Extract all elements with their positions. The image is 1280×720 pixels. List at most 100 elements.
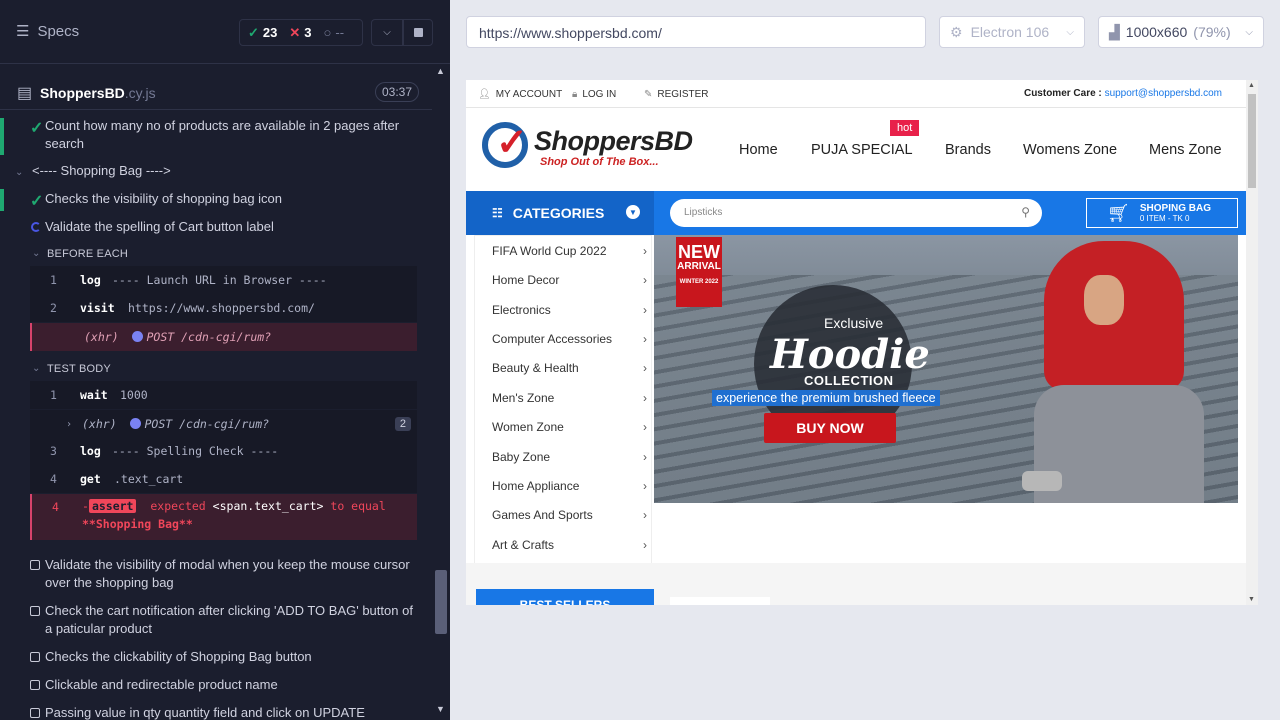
chevron-right-icon: ›: [643, 360, 647, 375]
shopping-bag-button[interactable]: 🛒︎ SHOPING BAG 0 ITEM - TK 0: [1086, 198, 1238, 228]
menu-icon: ☰: [16, 23, 30, 40]
banner-tagline: experience the premium brushed fleece: [712, 390, 940, 406]
command-number: 1: [50, 388, 57, 402]
nav-puja-special[interactable]: PUJA SPECIAL: [811, 142, 913, 158]
browser-icon: ⚙: [950, 23, 963, 40]
login-link[interactable]: 🔒︎ LOG IN: [572, 89, 616, 100]
cart-icon: 🛒︎: [1107, 202, 1130, 223]
best-sellers-header[interactable]: BEST SELLERS: [476, 589, 654, 605]
before-each-hook[interactable]: BEFORE EACH: [47, 248, 128, 260]
pending-box-icon: [30, 560, 40, 570]
category-item[interactable]: Beauty & Health ›: [475, 353, 653, 382]
chevron-right-icon: ›: [643, 478, 647, 493]
test-qty-field[interactable]: Passing value in qty quantity field and …: [45, 704, 365, 720]
scroll-up-icon[interactable]: ▲: [436, 66, 445, 76]
search-input[interactable]: Lipsticks ⚲: [670, 199, 1042, 227]
command-visit[interactable]: 2 visit https://www.shoppersbd.com/: [30, 294, 417, 322]
my-account-label: MY ACCOUNT: [495, 89, 563, 100]
specs-label: Specs: [37, 22, 80, 40]
test-body-hook[interactable]: TEST BODY: [47, 363, 111, 375]
reporter-scrollbar-thumb[interactable]: [435, 570, 447, 634]
command-number: 2: [50, 301, 57, 315]
assert-badge: assert: [88, 499, 137, 513]
spec-file-header[interactable]: ▤ ShoppersBD.cy.js 03:37: [0, 76, 432, 110]
hero-banner[interactable]: NEW ARRIVAL WINTER 2022 Exclusive Hoodie…: [654, 235, 1238, 503]
command-message: https://www.shoppersbd.com/: [128, 301, 315, 315]
browser-name: Electron 106: [970, 24, 1050, 40]
category-item[interactable]: Games And Sports ›: [475, 500, 653, 529]
viewport-selector[interactable]: ▟ 1000x660 (79%) ⌵: [1098, 16, 1264, 48]
command-log[interactable]: 1 log ---- Launch URL in Browser ----: [30, 266, 417, 294]
command-wait[interactable]: 1 wait 1000: [30, 381, 417, 409]
reporter-header: ☰ Specs ✓ 23 ✕ 3 ○ -- ⌵: [0, 0, 450, 64]
logo-check-icon: ✓: [496, 122, 528, 164]
category-item[interactable]: Art & Crafts ›: [475, 530, 653, 559]
category-item[interactable]: Baby Zone ›: [475, 442, 653, 471]
register-link[interactable]: ✎ REGISTER: [644, 89, 709, 100]
reporter-panel: ☰ Specs ✓ 23 ✕ 3 ○ -- ⌵ ▤ ShoppersBD.cy.…: [0, 0, 450, 720]
test-count-products[interactable]: Count how many no of products are availa…: [45, 117, 405, 153]
command-xhr-group[interactable]: › (xhr) POST /cdn-cgi/rum? 2: [30, 410, 417, 438]
site-scrollbar[interactable]: ▲ ▼: [1246, 80, 1258, 605]
chevron-down-icon: ⌄: [15, 167, 24, 178]
pencil-icon: ✎: [644, 89, 653, 100]
test-visibility-bag-icon[interactable]: Checks the visibility of shopping bag ic…: [45, 190, 282, 208]
nav-home[interactable]: Home: [739, 142, 778, 158]
command-assert-failed[interactable]: 4 - assert expected <span.text_cart> to e…: [30, 494, 417, 540]
chevron-right-icon: ›: [66, 418, 73, 430]
command-message: ---- Spelling Check ----: [112, 444, 279, 458]
specs-button[interactable]: ☰ Specs: [16, 22, 80, 41]
care-label: Customer Care :: [1023, 88, 1102, 99]
suite-shopping-bag[interactable]: <---- Shopping Bag ---->: [32, 162, 171, 180]
nav-womens-zone[interactable]: Womens Zone: [1023, 142, 1117, 158]
category-item[interactable]: Men's Zone ›: [475, 383, 653, 412]
collapse-button[interactable]: ⌵: [371, 19, 403, 46]
failed-x-icon: ✕: [289, 24, 301, 40]
chevron-down-icon: ⌄: [32, 248, 41, 259]
test-modal-visibility[interactable]: Validate the visibility of modal when yo…: [45, 556, 415, 592]
category-item[interactable]: Electronics ›: [475, 295, 653, 324]
shopping-bag-summary: 0 ITEM - TK 0: [1139, 214, 1190, 223]
test-spelling-cart[interactable]: Validate the spelling of Cart button lab…: [45, 218, 274, 236]
command-number: 4: [52, 500, 59, 514]
url-bar[interactable]: https://www.shoppersbd.com/: [466, 16, 926, 48]
assert-message: - assert expected <span.text_cart> to equ…: [82, 499, 386, 513]
category-item[interactable]: Home Appliance ›: [475, 471, 653, 500]
logo-brand: ShoppersBD: [534, 126, 693, 156]
buy-now-button[interactable]: BUY NOW: [764, 413, 896, 443]
spec-duration: 03:37: [375, 82, 420, 102]
command-get[interactable]: 4 get .text_cart: [30, 465, 417, 493]
command-log[interactable]: 3 log ---- Spelling Check ----: [30, 437, 417, 465]
site-logo[interactable]: ✓ ShoppersBD Shop Out of The Box...: [482, 120, 693, 170]
category-item[interactable]: Women Zone ›: [475, 412, 653, 441]
category-bar: ☷ CATEGORIES ▼ Lipsticks ⚲ 🛒︎ SHOPING BA…: [466, 191, 1246, 235]
banner-hoodie: Hoodie: [770, 331, 930, 378]
browser-selector[interactable]: ⚙ Electron 106 ⌵: [939, 16, 1085, 48]
viewport-icon: ▟: [1109, 23, 1120, 40]
stop-button[interactable]: [403, 19, 433, 46]
test-clickability[interactable]: Checks the clickability of Shopping Bag …: [45, 648, 312, 666]
command-xhr[interactable]: (xhr) POST /cdn-cgi/rum?: [30, 323, 417, 351]
list-icon: ☷: [492, 206, 503, 220]
chevron-right-icon: ›: [643, 449, 647, 464]
category-item[interactable]: Home Decor ›: [475, 265, 653, 294]
category-item[interactable]: Computer Accessories ›: [475, 324, 653, 353]
nav-brands[interactable]: Brands: [945, 142, 991, 158]
nav-mens-zone[interactable]: Mens Zone: [1149, 142, 1222, 158]
test-cart-notification[interactable]: Check the cart notification after clicki…: [45, 602, 415, 638]
viewport-zoom: (79%): [1193, 24, 1231, 40]
scroll-up-icon[interactable]: ▲: [1248, 82, 1255, 89]
chevron-right-icon: ›: [643, 272, 647, 287]
care-email-link[interactable]: support@shoppersbd.com: [1105, 88, 1222, 99]
categories-label: CATEGORIES: [512, 205, 605, 221]
categories-button[interactable]: ☷ CATEGORIES ▼: [466, 191, 654, 235]
scroll-down-icon[interactable]: ▼: [1248, 596, 1255, 603]
login-label: LOG IN: [582, 89, 617, 100]
site-scrollbar-thumb[interactable]: [1248, 94, 1256, 188]
search-icon[interactable]: ⚲: [1021, 205, 1030, 219]
my-account-link[interactable]: 👤︎ MY ACCOUNT: [478, 89, 562, 100]
category-item[interactable]: FIFA World Cup 2022 ›: [475, 236, 653, 265]
scroll-down-icon[interactable]: ▼: [436, 704, 445, 714]
test-product-name[interactable]: Clickable and redirectable product name: [45, 676, 278, 694]
command-number: 3: [50, 444, 57, 458]
